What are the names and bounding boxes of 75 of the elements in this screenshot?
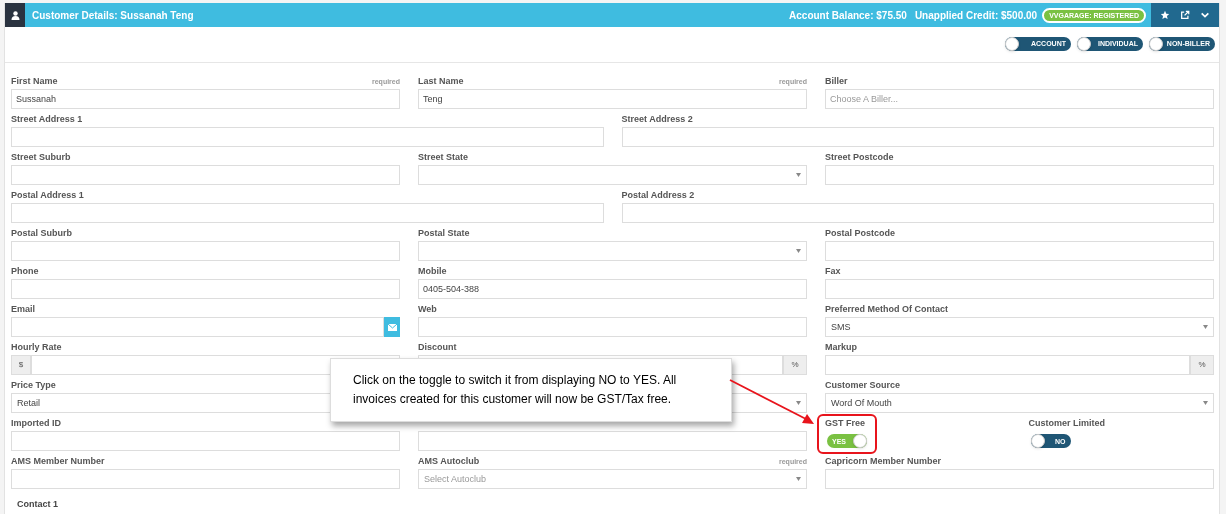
field-label: Customer Limited xyxy=(1028,418,1105,429)
envelope-icon xyxy=(387,323,397,331)
caret-icon xyxy=(1203,325,1208,329)
number-field[interactable] xyxy=(825,355,1190,375)
field-label: Discount xyxy=(418,342,457,353)
text-field[interactable]: Teng xyxy=(418,89,807,109)
field-label: Customer Source xyxy=(825,380,901,391)
field-label: Street Address 2 xyxy=(621,114,693,125)
field-label: Price Type xyxy=(11,380,56,391)
text-field[interactable] xyxy=(11,279,400,299)
text-field[interactable] xyxy=(825,241,1214,261)
field-label: Phone xyxy=(11,266,39,277)
text-field[interactable] xyxy=(11,203,604,223)
callout-tooltip: Click on the toggle to switch it from displaying NO to YES. All invoices created for this customer will now be GST/Tax free. xyxy=(330,358,732,422)
field-label: Hourly Rate xyxy=(11,342,62,353)
section-heading: Contact 1 xyxy=(17,499,59,509)
text-field[interactable] xyxy=(621,203,1214,223)
dropdown-field[interactable] xyxy=(418,241,807,261)
external-link-icon[interactable] xyxy=(1180,10,1190,20)
caret-icon xyxy=(796,173,801,177)
dropdown-field[interactable] xyxy=(418,165,807,185)
field-label: Street Postcode xyxy=(825,152,894,163)
field-label: Postal Address 2 xyxy=(621,190,695,201)
user-icon xyxy=(10,10,20,20)
field-label: AMS Autoclub xyxy=(418,456,480,467)
account-balance: Account Balance: $75.50 xyxy=(789,8,907,23)
text-field[interactable] xyxy=(11,431,400,451)
field-label: First Name xyxy=(11,76,58,87)
email-field[interactable] xyxy=(11,317,384,337)
star-icon[interactable] xyxy=(1160,10,1170,20)
percent-addon: % xyxy=(1190,355,1214,375)
text-field[interactable] xyxy=(825,165,1214,185)
dropdown-field[interactable]: Word Of Mouth xyxy=(825,393,1214,413)
field-label: Postal Postcode xyxy=(825,228,896,239)
field-label: Capricorn Member Number xyxy=(825,456,942,467)
unapplied-credit: Unapplied Credit: $500.00 xyxy=(914,8,1038,23)
field-label: Fax xyxy=(825,266,841,277)
text-field[interactable] xyxy=(11,127,604,147)
field-label: Postal Address 1 xyxy=(11,190,84,201)
field-label: GST Free xyxy=(825,418,865,429)
text-field[interactable] xyxy=(418,431,807,451)
text-field[interactable] xyxy=(11,469,400,489)
text-field[interactable]: Choose A Biller... xyxy=(825,89,1214,109)
text-field[interactable] xyxy=(621,127,1214,147)
field-label: Street State xyxy=(418,152,469,163)
percent-addon: % xyxy=(783,355,807,375)
chevron-down-icon[interactable] xyxy=(1200,10,1210,20)
field-label: Street Suburb xyxy=(11,152,71,163)
page-title: Customer Details: Sussanah Teng xyxy=(32,8,194,23)
caret-icon xyxy=(796,401,801,405)
field-label: Biller xyxy=(825,76,848,87)
field-label: AMS Member Number xyxy=(11,456,105,467)
field-label: Mobile xyxy=(418,266,447,277)
text-field[interactable]: Sussanah xyxy=(11,89,400,109)
dropdown-field[interactable]: SMS xyxy=(825,317,1214,337)
currency-addon: $ xyxy=(11,355,31,375)
text-field[interactable] xyxy=(11,165,400,185)
text-field[interactable] xyxy=(825,279,1214,299)
text-field[interactable] xyxy=(11,241,400,261)
field-label: Markup xyxy=(825,342,857,353)
field-label: Preferred Method Of Contact xyxy=(825,304,948,315)
caret-icon xyxy=(796,249,801,253)
field-label: Last Name xyxy=(418,76,464,87)
field-label: Web xyxy=(418,304,437,315)
text-field[interactable] xyxy=(825,469,1214,489)
caret-icon xyxy=(1203,401,1208,405)
field-label: Street Address 1 xyxy=(11,114,83,125)
field-label: Email xyxy=(11,304,35,315)
caret-icon xyxy=(796,477,801,481)
email-button[interactable] xyxy=(384,317,400,337)
text-field[interactable] xyxy=(418,317,807,337)
text-field[interactable]: 0405-504-388 xyxy=(418,279,807,299)
field-label: Postal Suburb xyxy=(11,228,72,239)
field-label: Imported ID xyxy=(11,418,61,429)
field-label: Postal State xyxy=(418,228,470,239)
